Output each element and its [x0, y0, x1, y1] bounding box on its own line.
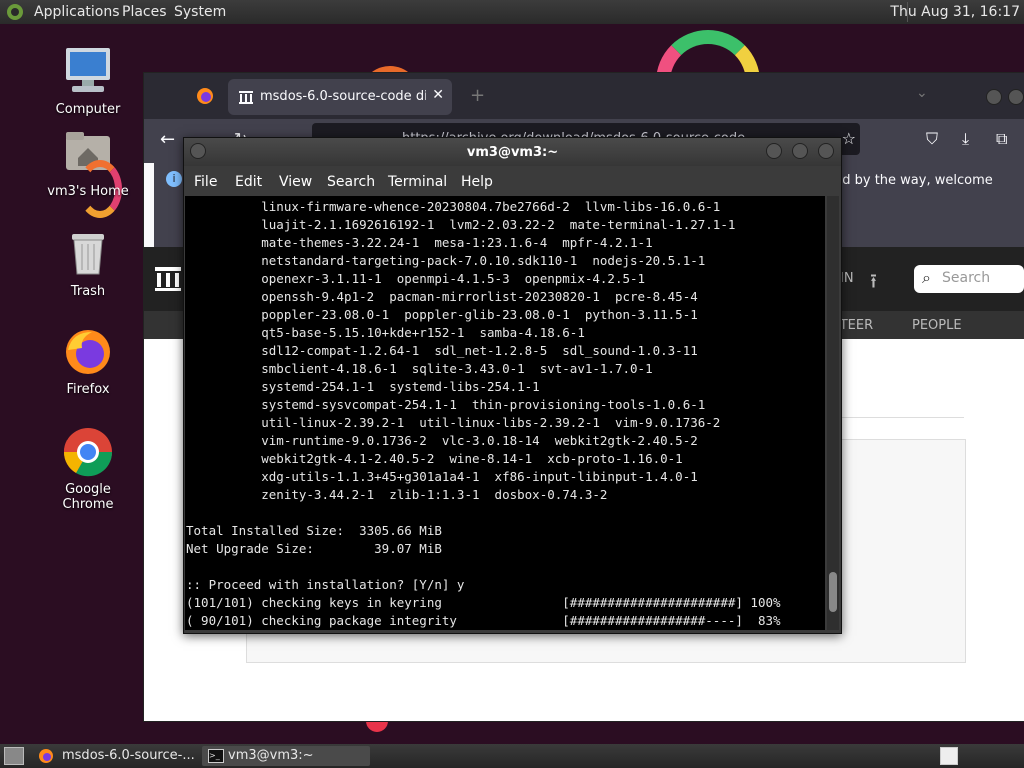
clock[interactable]: Thu Aug 31, 16:17 [890, 4, 1020, 20]
menu-system[interactable]: System [174, 4, 226, 20]
upload-icon[interactable]: ⭱ [870, 267, 877, 301]
archive-org-logo-icon[interactable] [154, 265, 182, 293]
extensions-icon[interactable]: ⧉ [996, 129, 1007, 149]
menu-places[interactable]: Places [122, 4, 167, 20]
tab-bar: msdos-6.0-source-code dire ✕ + ⌄ [144, 73, 1024, 119]
menu-edit[interactable]: Edit [235, 174, 262, 190]
terminal-titlebar[interactable]: vm3@vm3:~ [184, 138, 841, 166]
terminal-output[interactable]: linux-firmware-whence-20230804.7be2766d-… [185, 196, 825, 630]
nav-login[interactable]: IN [840, 271, 854, 286]
new-tab-icon[interactable]: + [470, 85, 485, 106]
divider [834, 417, 964, 418]
menu-terminal[interactable]: Terminal [388, 174, 447, 190]
menu-view[interactable]: View [279, 174, 312, 190]
notification-text: nd by the way, welcome [834, 173, 993, 188]
maximize-button[interactable] [1008, 89, 1024, 105]
terminal-menubar: File Edit View Search Terminal Help [184, 166, 841, 196]
search-placeholder: Search [942, 270, 991, 286]
desktop-icon-chrome[interactable]: Google Chrome [38, 426, 138, 512]
info-icon: i [166, 171, 182, 187]
terminal-window[interactable]: vm3@vm3:~ File Edit View Search Terminal… [183, 137, 842, 634]
top-panel: Applications Places System Thu Aug 31, 1… [0, 0, 1024, 24]
tab-msdos[interactable]: msdos-6.0-source-code dire ✕ [228, 79, 452, 115]
workspace-switcher[interactable] [940, 747, 958, 765]
terminal-text: linux-firmware-whence-20230804.7be2766d-… [186, 199, 781, 628]
scrollbar-thumb[interactable] [829, 572, 837, 612]
terminal-icon: >_ [208, 749, 224, 763]
menu-applications[interactable]: Applications [34, 4, 120, 20]
close-tab-icon[interactable]: ✕ [432, 87, 444, 103]
desktop-icon-label: Google Chrome [62, 482, 114, 512]
download-icon[interactable]: ⤓ [962, 129, 969, 149]
firefox-icon[interactable] [196, 87, 214, 105]
taskbar-item-label: vm3@vm3:~ [228, 748, 314, 763]
search-icon: ⌕ [922, 268, 931, 287]
maximize-button[interactable] [792, 143, 808, 159]
menu-file[interactable]: File [194, 174, 217, 190]
minimize-button[interactable] [766, 143, 782, 159]
desktop-icon-label: Firefox [66, 382, 110, 397]
chevron-down-icon[interactable]: ⌄ [916, 85, 928, 101]
desktop-icon-computer[interactable]: Computer [38, 46, 138, 117]
close-button[interactable] [818, 143, 834, 159]
terminal-scrollbar[interactable] [827, 196, 839, 630]
back-icon[interactable]: ← [160, 129, 175, 150]
desktop-icon-label: Computer [55, 102, 121, 117]
taskbar-item-label: msdos-6.0-source-... [62, 748, 195, 763]
desktop-icon-firefox[interactable]: Firefox [38, 326, 138, 397]
firefox-icon [39, 749, 53, 763]
bottom-panel: msdos-6.0-source-... >_ vm3@vm3:~ [0, 744, 1024, 768]
computer-icon [62, 46, 114, 98]
menu-help[interactable]: Help [461, 174, 493, 190]
archive-org-icon [239, 91, 253, 104]
chrome-icon [62, 426, 114, 478]
taskbar-item-terminal[interactable]: >_ vm3@vm3:~ [202, 746, 370, 766]
desktop-icon-label: Trash [70, 284, 106, 299]
desktop-icon-label: vm3's Home [47, 184, 129, 199]
bookmark-star-icon[interactable]: ☆ [842, 129, 856, 148]
taskbar-item-firefox[interactable]: msdos-6.0-source-... [36, 746, 196, 766]
mate-logo-icon[interactable] [6, 3, 24, 21]
desktop-icon-trash[interactable]: Trash [38, 228, 138, 299]
nav-people[interactable]: PEOPLE [912, 318, 962, 333]
menu-search[interactable]: Search [327, 174, 375, 190]
terminal-title: vm3@vm3:~ [466, 145, 559, 160]
trash-icon [62, 228, 114, 280]
pocket-icon[interactable]: ⛉ [926, 129, 938, 149]
show-desktop-icon[interactable] [4, 747, 24, 765]
firefox-icon [62, 326, 114, 378]
search-input[interactable]: ⌕ Search [914, 265, 1024, 293]
tab-title: msdos-6.0-source-code dire [260, 89, 426, 104]
desktop-icon-home[interactable]: vm3's Home [38, 128, 138, 218]
minimize-button[interactable] [986, 89, 1002, 105]
